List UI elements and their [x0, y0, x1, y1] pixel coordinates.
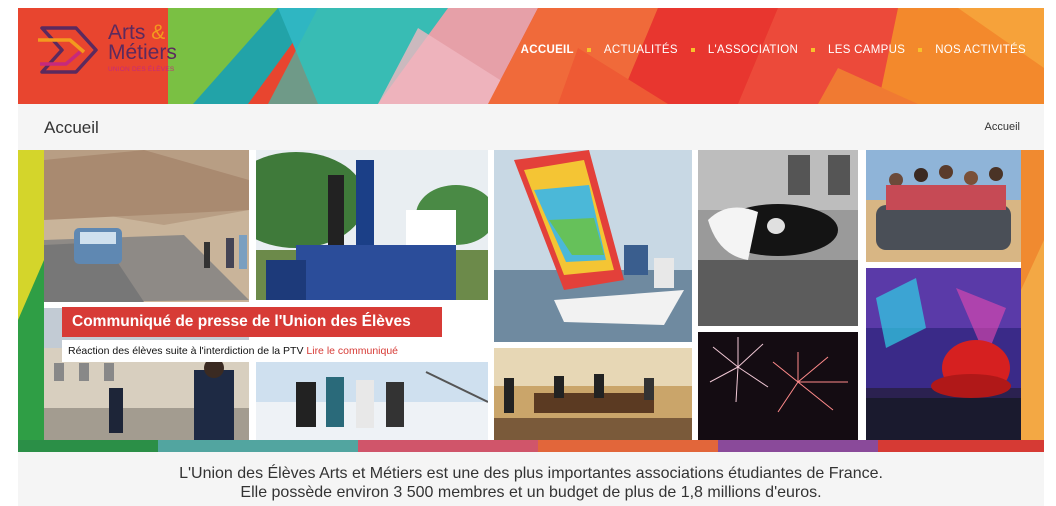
- nav-bullet: [690, 48, 695, 52]
- breadcrumb[interactable]: Accueil: [985, 121, 1020, 133]
- logo[interactable]: Arts & Métiers UNION DES ÉLÈVES: [18, 8, 193, 104]
- photo-uniform-cap[interactable]: [698, 150, 858, 326]
- nav-bullet: [811, 48, 816, 52]
- press-release-text: Réaction des élèves suite à l'interdicti…: [68, 345, 304, 357]
- nav-item-activites[interactable]: NOS ACTIVITÉS: [935, 44, 1026, 56]
- photo-group-car[interactable]: [866, 150, 1021, 262]
- photo-party-crowd[interactable]: [866, 268, 1021, 440]
- logo-subtitle: UNION DES ÉLÈVES: [108, 66, 175, 73]
- description-line-2: Elle possède environ 3 500 membres et un…: [240, 484, 822, 501]
- page-title: Accueil: [44, 118, 99, 137]
- logo-arrow-icon: [38, 26, 98, 74]
- press-release-summary: Réaction des élèves suite à l'interdicti…: [62, 340, 447, 362]
- photo-collage: [18, 150, 1044, 440]
- main-navigation: ACCUEIL ACTUALITÉS L'ASSOCIATION LES CAM…: [521, 44, 1026, 56]
- page-title-bar: Accueil Accueil: [18, 104, 1044, 150]
- photo-sailing[interactable]: [494, 150, 692, 342]
- nav-item-campus[interactable]: LES CAMPUS: [828, 44, 905, 56]
- description-line-1: L'Union des Élèves Arts et Métiers est u…: [179, 465, 883, 482]
- press-release-title[interactable]: Communiqué de presse de l'Union des Élèv…: [62, 307, 442, 337]
- photo-conference[interactable]: [494, 348, 692, 440]
- photo-rugby[interactable]: [256, 150, 488, 300]
- photo-ski-trip[interactable]: [256, 362, 488, 440]
- press-release-link[interactable]: Lire le communiqué: [306, 345, 398, 357]
- photo-fireworks[interactable]: [698, 332, 858, 440]
- photo-road-trip[interactable]: [44, 150, 249, 302]
- logo-wordmark-line2: Métiers: [108, 41, 177, 64]
- nav-item-actualites[interactable]: ACTUALITÉS: [604, 44, 678, 56]
- decorative-color-stripe: [18, 440, 1044, 452]
- nav-bullet: [586, 48, 591, 52]
- site-description: L'Union des Élèves Arts et Métiers est u…: [18, 452, 1044, 506]
- nav-bullet: [918, 48, 923, 52]
- nav-item-accueil[interactable]: ACCUEIL: [521, 44, 574, 56]
- nav-item-association[interactable]: L'ASSOCIATION: [708, 44, 798, 56]
